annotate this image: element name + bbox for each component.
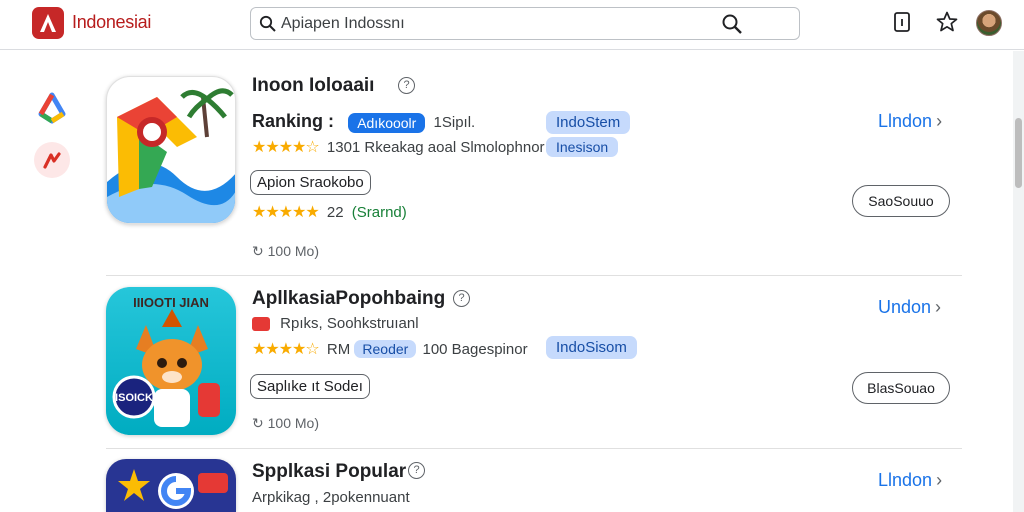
rating-status: (Srarnd) — [351, 204, 407, 221]
divider — [106, 448, 962, 449]
chevron-right-icon: › — [936, 470, 943, 490]
downloads-row: ↻ 100 Mo) — [252, 415, 319, 432]
star-rating-icon: ★★★★☆ — [252, 341, 320, 358]
chevron-right-icon: › — [935, 297, 942, 317]
ranking-label: Ranking : — [252, 111, 335, 131]
rail-colorful-app-icon[interactable] — [34, 90, 70, 126]
downloads-row: ↻ 100 Mo) — [252, 243, 319, 260]
rating-row: ★★★★☆ RM Reoder 100 Bagespinor — [252, 339, 528, 359]
detail-link-3[interactable]: Llndon › — [878, 470, 942, 491]
detail-link-label: Llndon — [878, 470, 933, 490]
developer-icon — [252, 317, 270, 332]
top-bar: Indonesiai Apiapen Indossnı — [0, 0, 1024, 50]
refresh-icon: ↻ — [252, 243, 264, 259]
rating-text: 1301 Rkeakag aoal Slmolophnor — [326, 139, 545, 156]
tag-chip[interactable]: IndoSisom — [546, 336, 637, 359]
app-title-3[interactable]: Spplkasi Popular — [252, 461, 406, 483]
app-title-1[interactable]: Inoon Ioloaaiı — [252, 75, 374, 97]
downloads-text: 100 Mo) — [267, 243, 319, 259]
category-pill[interactable]: Saplıke ıt Sodeı — [250, 374, 370, 399]
action-button-1[interactable]: SaoSouuo — [852, 185, 950, 217]
detail-link-2[interactable]: Undon › — [878, 297, 941, 318]
detail-link-1[interactable]: Llndon › — [878, 111, 942, 132]
tag-chip[interactable]: IndoStem — [546, 111, 631, 134]
rating-row: ★★★★☆ 1301 Rkeakag aoal Slmolophnor — [252, 137, 545, 157]
search-input[interactable]: Apiapen Indossnı — [281, 15, 405, 33]
icon-badge-text: ISOICK — [115, 392, 153, 404]
search-bar[interactable]: Apiapen Indossnı — [250, 7, 800, 40]
app-title-2[interactable]: ApllkasiaPopohbaing — [252, 288, 445, 310]
star-rating-icon: ★★★★★ — [252, 204, 320, 221]
app-icon-3[interactable] — [106, 459, 236, 512]
refresh-icon: ↻ — [252, 415, 264, 431]
rail-brand-mark-icon[interactable] — [34, 142, 70, 178]
category-pill[interactable]: Apion Sraokobo — [250, 170, 371, 195]
scrollbar-thumb[interactable] — [1015, 118, 1022, 188]
search-submit-icon[interactable] — [721, 13, 743, 35]
star-rating-icon: ★★★★☆ — [252, 139, 320, 156]
chevron-right-icon: › — [936, 111, 943, 131]
avatar[interactable] — [976, 10, 1002, 36]
divider — [106, 275, 962, 276]
rating-row-2: ★★★★★ 22 (Srarnd) — [252, 202, 407, 222]
rating-text: 100 Bagespinor — [422, 341, 528, 358]
star-icon[interactable] — [935, 10, 959, 34]
help-icon[interactable]: ? — [398, 77, 415, 94]
detail-link-label: Llndon — [878, 111, 933, 131]
action-button-2[interactable]: BlasSouao — [852, 372, 950, 404]
rating-prefix: RM — [326, 341, 351, 358]
app-logo-icon[interactable] — [32, 7, 64, 39]
downloads-text: 100 Mo) — [267, 415, 319, 431]
rating-value: 22 — [326, 204, 344, 221]
help-icon[interactable]: ? — [408, 462, 425, 479]
ranking-row: Ranking : Adıkooolr 1Sipıl. — [252, 111, 476, 134]
brand-name: Indonesiai — [72, 12, 152, 32]
ranking-chip[interactable]: Adıkooolr — [348, 113, 426, 134]
developer-row: Rpıks, Soohkstruıanl — [252, 315, 419, 332]
help-icon[interactable]: ? — [453, 290, 470, 307]
rating-chip[interactable]: Reoder — [354, 340, 417, 358]
tag-chip-2[interactable]: Inesison — [546, 137, 619, 157]
developer-text: Rpıks, Soohkstruıanl — [280, 315, 419, 332]
app-icon-2[interactable]: IIIOOTI JIAN ISOICK — [106, 287, 236, 435]
icon-banner-text: IIIOOTI JIAN — [133, 295, 209, 310]
ranking-text: 1Sipıl. — [433, 114, 476, 131]
app-icon-1[interactable] — [106, 76, 236, 224]
info-icon[interactable] — [890, 10, 914, 34]
developer-text: Arpkikag , 2pokennuant — [252, 489, 410, 506]
search-icon — [259, 15, 276, 32]
detail-link-label: Undon — [878, 297, 932, 317]
